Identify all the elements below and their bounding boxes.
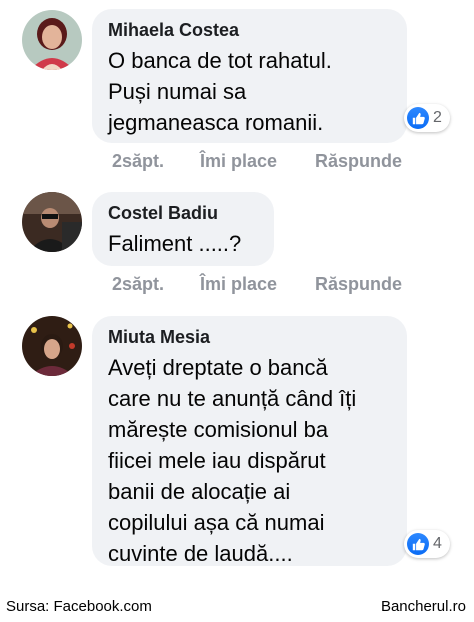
site-watermark: Bancherul.ro xyxy=(380,598,466,615)
comment-time[interactable]: 2săpt. xyxy=(112,150,164,172)
comment-author[interactable]: Mihaela Costea xyxy=(108,19,391,41)
comment-bubble: Miuta Mesia Aveți dreptate o bancă care … xyxy=(92,316,407,566)
profile-photo-icon xyxy=(22,192,82,252)
comment-text: Aveți dreptate o bancă care nu te anunță… xyxy=(108,355,357,566)
reaction-count: 4 xyxy=(433,535,442,552)
profile-photo-icon xyxy=(22,10,82,70)
comment-bubble: Costel Badiu Faliment .....? xyxy=(92,192,274,266)
comment-text: Faliment .....? xyxy=(108,231,242,256)
source-caption: Sursa: Facebook.com xyxy=(6,598,152,615)
reaction-summary[interactable]: 2 xyxy=(404,104,450,132)
comment-bubble: Mihaela Costea O banca de tot rahatul. P… xyxy=(92,9,407,143)
reply-button[interactable]: Răspunde xyxy=(315,150,402,172)
avatar[interactable] xyxy=(22,192,82,252)
avatar[interactable] xyxy=(22,316,82,376)
like-reaction-icon xyxy=(407,107,429,129)
comment-text: O banca de tot rahatul. Puși numai sa je… xyxy=(108,48,332,135)
like-button[interactable]: Îmi place xyxy=(200,273,277,295)
reply-button[interactable]: Răspunde xyxy=(315,273,402,295)
like-button[interactable]: Îmi place xyxy=(200,150,277,172)
profile-photo-icon xyxy=(22,316,82,376)
comment-author[interactable]: Miuta Mesia xyxy=(108,326,391,348)
comment-author[interactable]: Costel Badiu xyxy=(108,202,258,224)
like-reaction-icon xyxy=(407,533,429,555)
reaction-summary[interactable]: 4 xyxy=(404,530,450,558)
reaction-count: 2 xyxy=(433,109,442,126)
comment-time[interactable]: 2săpt. xyxy=(112,273,164,295)
avatar[interactable] xyxy=(22,10,82,70)
